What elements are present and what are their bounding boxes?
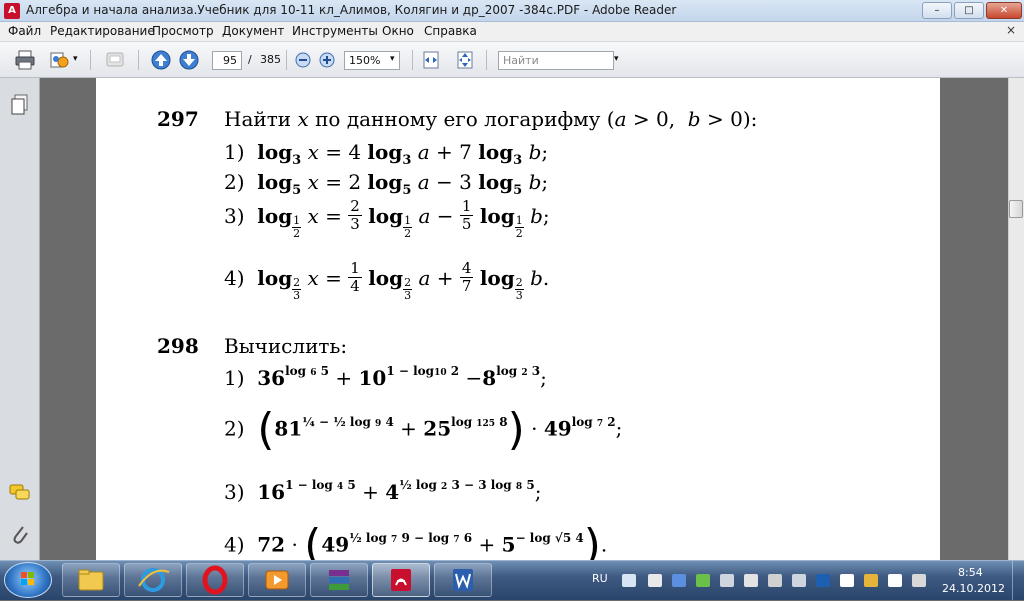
taskbar-app-winrar[interactable]	[310, 563, 368, 597]
next-page-icon[interactable]	[178, 50, 200, 70]
expression-4: 4) 72 · (49½ log 7 9 − log 7 6 + 5− log …	[224, 520, 608, 561]
toolbar-separator	[486, 50, 487, 70]
page-total: 385	[260, 53, 281, 66]
usb-tray-icon[interactable]	[768, 574, 782, 587]
network-tray-icon[interactable]	[622, 574, 636, 587]
previous-page-icon[interactable]	[150, 50, 172, 70]
menu-view[interactable]: Просмотр	[152, 24, 214, 38]
comments-panel-icon[interactable]	[9, 484, 31, 502]
taskbar-app-media-player[interactable]	[248, 563, 306, 597]
problem-number: 298	[157, 334, 199, 358]
title-bar: A Алгебра и начала анализа.Учебник для 1…	[0, 0, 1024, 22]
equation-4: 4) log 2 3 x = 14 log 2 3 a + 47 log 2 3 b.	[224, 259, 550, 302]
comment-tools-icon[interactable]	[104, 50, 126, 70]
taskbar-app-explorer[interactable]	[62, 563, 120, 597]
winrar-icon	[329, 570, 349, 590]
word-icon	[453, 569, 473, 591]
toolbar-separator	[286, 50, 287, 70]
taskbar-app-opera[interactable]	[186, 563, 244, 597]
opera-icon	[202, 565, 228, 595]
clock-time[interactable]: 8:54	[958, 566, 983, 579]
wifi-tray-icon[interactable]	[840, 574, 854, 587]
start-button[interactable]	[4, 562, 52, 598]
menu-edit[interactable]: Редактирование	[50, 24, 155, 38]
document-background	[940, 78, 1008, 560]
adobe-reader-icon: A	[4, 3, 20, 19]
scrollbar-thumb[interactable]	[1009, 200, 1023, 218]
menu-help[interactable]: Справка	[424, 24, 477, 38]
share-icon[interactable]	[48, 50, 70, 70]
page-separator: /	[248, 53, 252, 66]
notification-flag-icon[interactable]	[888, 574, 902, 587]
taskbar-app-word[interactable]	[434, 563, 492, 597]
vertical-scrollbar[interactable]	[1008, 78, 1024, 560]
flag-tray-icon[interactable]	[648, 574, 662, 587]
pages-panel-icon[interactable]	[10, 94, 30, 116]
maximize-button[interactable]: □	[954, 2, 984, 19]
windows-logo-icon	[21, 572, 34, 585]
zoom-dropdown-icon[interactable]: ▾	[390, 54, 395, 64]
window-title: Алгебра и начала анализа.Учебник для 10-…	[26, 3, 677, 17]
minimize-button[interactable]: –	[922, 2, 952, 19]
power-tray-icon[interactable]	[912, 574, 926, 587]
page-number-input[interactable]: 95	[212, 51, 242, 70]
menu-tools[interactable]: Инструменты	[292, 24, 378, 38]
action-center-tray-icon[interactable]	[864, 574, 878, 587]
expression-3: 3) 161 − log 4 5 + 4½ log 2 3 − 3 log 8 …	[224, 478, 542, 504]
show-desktop-button[interactable]	[1012, 561, 1024, 600]
fit-width-icon[interactable]	[420, 50, 442, 70]
equation-3: 3) log 1 2 x = 23 log 1 2 a − 15 log 1 2 b;	[224, 197, 550, 240]
menu-bar: Файл Редактирование Просмотр Документ Ин…	[0, 22, 1024, 42]
search-input[interactable]: Найти	[498, 51, 614, 70]
print-icon[interactable]	[14, 50, 36, 70]
taskbar-app-internet-explorer[interactable]	[124, 563, 182, 597]
adobe-reader-icon	[391, 569, 411, 591]
internet-explorer-icon	[138, 568, 170, 592]
speaker-tray-icon[interactable]	[792, 574, 806, 587]
fit-page-icon[interactable]	[454, 50, 476, 70]
battery-tray-icon[interactable]	[744, 574, 758, 587]
volume-tray-icon[interactable]	[720, 574, 734, 587]
navigation-panel	[0, 78, 40, 560]
taskbar-app-adobe-reader[interactable]	[372, 563, 430, 597]
folder-icon	[78, 569, 104, 591]
equation-2: 2) log5 x = 2 log5 a − 3 log5 b;	[224, 170, 549, 198]
pdf-page: 297 Найти x по данному его логарифму (a …	[96, 78, 940, 560]
equation-1: 1) log3 x = 4 log3 a + 7 log3 b;	[224, 140, 549, 168]
share-dropdown-icon[interactable]: ▾	[73, 54, 78, 64]
expression-1: 1) 36log 6 5 + 101 − log10 2 −8log 2 3;	[224, 364, 547, 390]
menu-window[interactable]: Окно	[382, 24, 414, 38]
expression-2: 2) (81¼ − ½ log 9 4 + 25log 125 8) · 49l…	[224, 404, 623, 455]
toolbar-separator	[138, 50, 139, 70]
zoom-in-icon[interactable]	[318, 50, 336, 70]
search-dropdown-icon[interactable]: ▾	[614, 54, 619, 64]
menu-document[interactable]: Документ	[222, 24, 284, 38]
update-tray-icon[interactable]	[696, 574, 710, 587]
problem-statement: Найти x по данному его логарифму (a > 0,…	[224, 107, 758, 131]
display-tray-icon[interactable]	[816, 574, 830, 587]
toolbar-separator	[90, 50, 91, 70]
zoom-out-icon[interactable]	[294, 50, 312, 70]
problem-number: 297	[157, 107, 199, 131]
document-background	[40, 78, 96, 560]
attachments-panel-icon[interactable]	[10, 522, 30, 548]
close-document-icon[interactable]: ×	[1006, 23, 1016, 37]
bluetooth-tray-icon[interactable]	[672, 574, 686, 587]
toolbar: ▾ 95 / 385 150% ▾ Найти ▾	[0, 42, 1024, 78]
media-player-icon	[265, 570, 289, 590]
clock-date[interactable]: 24.10.2012	[942, 582, 1005, 595]
menu-file[interactable]: Файл	[8, 24, 41, 38]
problem-statement: Вычислить:	[224, 334, 348, 358]
language-indicator[interactable]: RU	[592, 572, 608, 585]
close-button[interactable]: ✕	[986, 2, 1022, 19]
toolbar-separator	[412, 50, 413, 70]
